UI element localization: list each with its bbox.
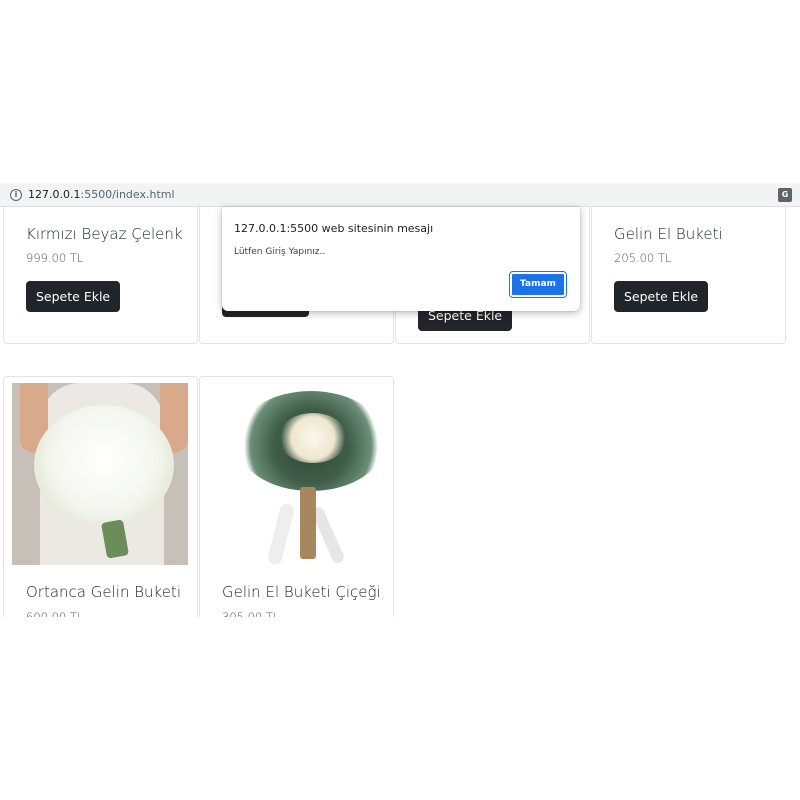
product-title: Kırmızı Beyaz Çelenk — [26, 225, 183, 243]
bouquet-shape — [34, 405, 174, 525]
product-title: Gelin El Buketi — [614, 225, 723, 243]
product-title: Gelin El Buketi Çiçeği — [222, 583, 381, 601]
product-card: Gelin El Buketi 205.00 TL Sepete Ekle — [591, 207, 786, 344]
alert-dialog: 127.0.0.1:5500 web sitesinin mesajı Lütf… — [222, 207, 580, 311]
product-title: Ortanca Gelin Buketi — [26, 583, 181, 601]
add-to-cart-button[interactable]: Sepete Ekle — [614, 281, 709, 312]
ok-button[interactable]: Tamam — [509, 271, 567, 298]
product-card: Kırmızı Beyaz Çelenk 999.00 TL Sepete Ek… — [3, 207, 198, 344]
product-card: Ortanca Gelin Buketi 600.00 TL — [3, 376, 198, 617]
product-price: 600.00 TL — [26, 610, 84, 617]
product-price: 205.00 TL — [614, 251, 672, 265]
eucalyptus-bouquet-image[interactable] — [208, 383, 384, 569]
ribbon-shape — [266, 502, 296, 566]
product-price: 999.00 TL — [26, 251, 84, 265]
flowers-shape — [278, 413, 348, 463]
dialog-message: Lütfen Giriş Yapınız.. — [234, 247, 326, 257]
url-host: 127.0.0.1 — [28, 188, 81, 201]
url-path: :5500/index.html — [80, 188, 175, 201]
product-card: Gelin El Buketi Çiçeği 305.00 TL — [199, 376, 394, 617]
add-to-cart-button[interactable]: Sepete Ekle — [26, 281, 121, 312]
translate-icon[interactable]: G — [778, 188, 792, 202]
url-text[interactable]: 127.0.0.1:5500/index.html — [28, 187, 175, 203]
product-price: 305.00 TL — [222, 610, 280, 617]
hydrangea-bouquet-image[interactable] — [12, 383, 188, 565]
dialog-title: 127.0.0.1:5500 web sitesinin mesajı — [234, 222, 434, 235]
site-info-icon[interactable]: i — [10, 189, 22, 201]
browser-address-bar[interactable]: i 127.0.0.1:5500/index.html G — [0, 183, 800, 207]
handle-shape — [300, 487, 316, 559]
